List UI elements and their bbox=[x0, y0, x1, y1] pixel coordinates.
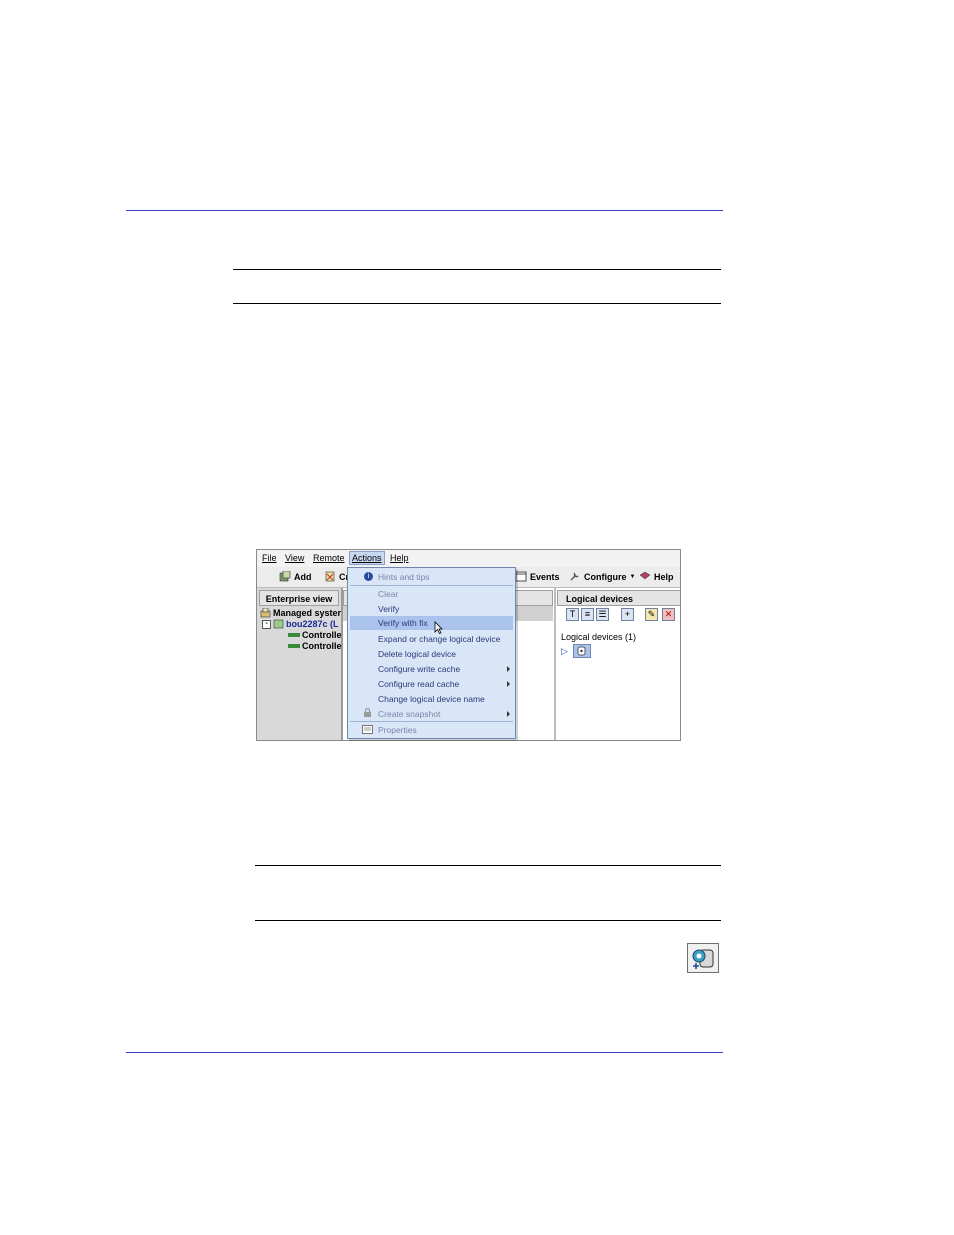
menu-separator bbox=[350, 585, 513, 586]
create-logical-device-button[interactable]: ✎ bbox=[645, 608, 658, 621]
controller-icon bbox=[288, 644, 300, 648]
logical-device-icon bbox=[577, 646, 586, 656]
tree-item-system[interactable]: - bou2287c (L bbox=[262, 619, 339, 629]
menu-item-verify-with-fix[interactable]: Verify with fix bbox=[350, 616, 513, 634]
chevron-down-icon: ▼ bbox=[629, 573, 636, 580]
tree-item-controller-1[interactable]: Controlle bbox=[288, 630, 342, 640]
delete-logical-device-button[interactable]: ✕ bbox=[662, 608, 675, 621]
wrench-icon bbox=[570, 572, 579, 581]
submenu-arrow-icon bbox=[507, 666, 510, 672]
controller-icon bbox=[288, 633, 300, 637]
enterprise-view-header: Enterprise view bbox=[259, 590, 339, 606]
submenu-arrow-icon bbox=[507, 681, 510, 687]
tree-item-controller-2[interactable]: Controlle bbox=[288, 641, 342, 651]
add-icon bbox=[279, 571, 291, 582]
logical-devices-panel: Logical devices T ≡ ☰ + ✎ ✕ Logical devi… bbox=[554, 588, 680, 740]
logical-devices-group-label: Logical devices (1) bbox=[561, 632, 637, 642]
configure-button[interactable]: Configure ▼ bbox=[569, 571, 635, 582]
menu-item-hints-and-tips[interactable]: i Hints and tips bbox=[364, 572, 430, 582]
enterprise-view-panel: Enterprise view Managed syster - bou2287… bbox=[257, 588, 343, 740]
menu-separator bbox=[350, 721, 513, 722]
menu-bar: File View Remote Actions Help bbox=[257, 550, 680, 568]
add-button[interactable]: Add bbox=[279, 571, 312, 582]
logical-devices-header: Logical devices bbox=[557, 590, 680, 606]
menu-item-create-snapshot[interactable]: Create snapshot bbox=[364, 708, 440, 719]
info-icon: i bbox=[364, 572, 373, 581]
tree-item-managed-systems[interactable]: Managed syster bbox=[260, 608, 341, 618]
create-icon bbox=[325, 571, 335, 582]
text-view-button[interactable]: T bbox=[566, 608, 579, 621]
list-view-button[interactable]: ≡ bbox=[581, 608, 594, 621]
logical-device-verify-icon bbox=[687, 943, 719, 973]
note-rule-top bbox=[255, 865, 721, 866]
expand-arrow-icon[interactable]: ▷ bbox=[561, 646, 568, 657]
logical-device-item[interactable] bbox=[573, 644, 591, 658]
menu-item-configure-write-cache[interactable]: Configure write cache bbox=[378, 664, 460, 674]
menu-view[interactable]: View bbox=[285, 553, 304, 563]
collapse-icon: - bbox=[262, 619, 271, 629]
mouse-cursor-icon bbox=[434, 621, 443, 634]
menu-remote[interactable]: Remote bbox=[313, 553, 345, 563]
events-button[interactable]: Events bbox=[515, 571, 560, 582]
menu-item-configure-read-cache[interactable]: Configure read cache bbox=[378, 679, 459, 689]
managed-systems-icon bbox=[260, 608, 271, 618]
header-rule bbox=[126, 210, 723, 211]
server-icon bbox=[273, 619, 284, 629]
menu-file[interactable]: File bbox=[262, 553, 277, 563]
events-icon bbox=[515, 571, 527, 582]
table-rule-bottom bbox=[233, 303, 721, 304]
actions-menu: i Hints and tips Clear Verify Verify wit… bbox=[347, 567, 516, 739]
menu-item-verify[interactable]: Verify bbox=[378, 604, 399, 614]
menu-item-properties[interactable]: Properties bbox=[362, 725, 417, 735]
create-button[interactable]: Cr bbox=[324, 571, 349, 582]
help-book-icon bbox=[639, 571, 651, 580]
submenu-arrow-icon bbox=[507, 711, 510, 717]
menu-item-clear[interactable]: Clear bbox=[378, 589, 398, 599]
help-button[interactable]: Help bbox=[639, 571, 674, 582]
menu-item-delete-logical-device[interactable]: Delete logical device bbox=[378, 649, 456, 659]
lock-icon bbox=[364, 708, 371, 717]
add-logical-device-button[interactable]: + bbox=[621, 608, 634, 621]
note-rule-bottom bbox=[255, 920, 721, 921]
menu-help[interactable]: Help bbox=[390, 553, 409, 563]
properties-icon bbox=[362, 725, 373, 734]
menu-item-change-logical-device-name[interactable]: Change logical device name bbox=[378, 694, 485, 704]
menu-actions[interactable]: Actions bbox=[349, 551, 385, 565]
table-rule-top bbox=[233, 269, 721, 270]
detail-view-button[interactable]: ☰ bbox=[596, 608, 609, 621]
menu-item-expand-or-change[interactable]: Expand or change logical device bbox=[378, 634, 500, 644]
footer-rule bbox=[126, 1052, 723, 1053]
